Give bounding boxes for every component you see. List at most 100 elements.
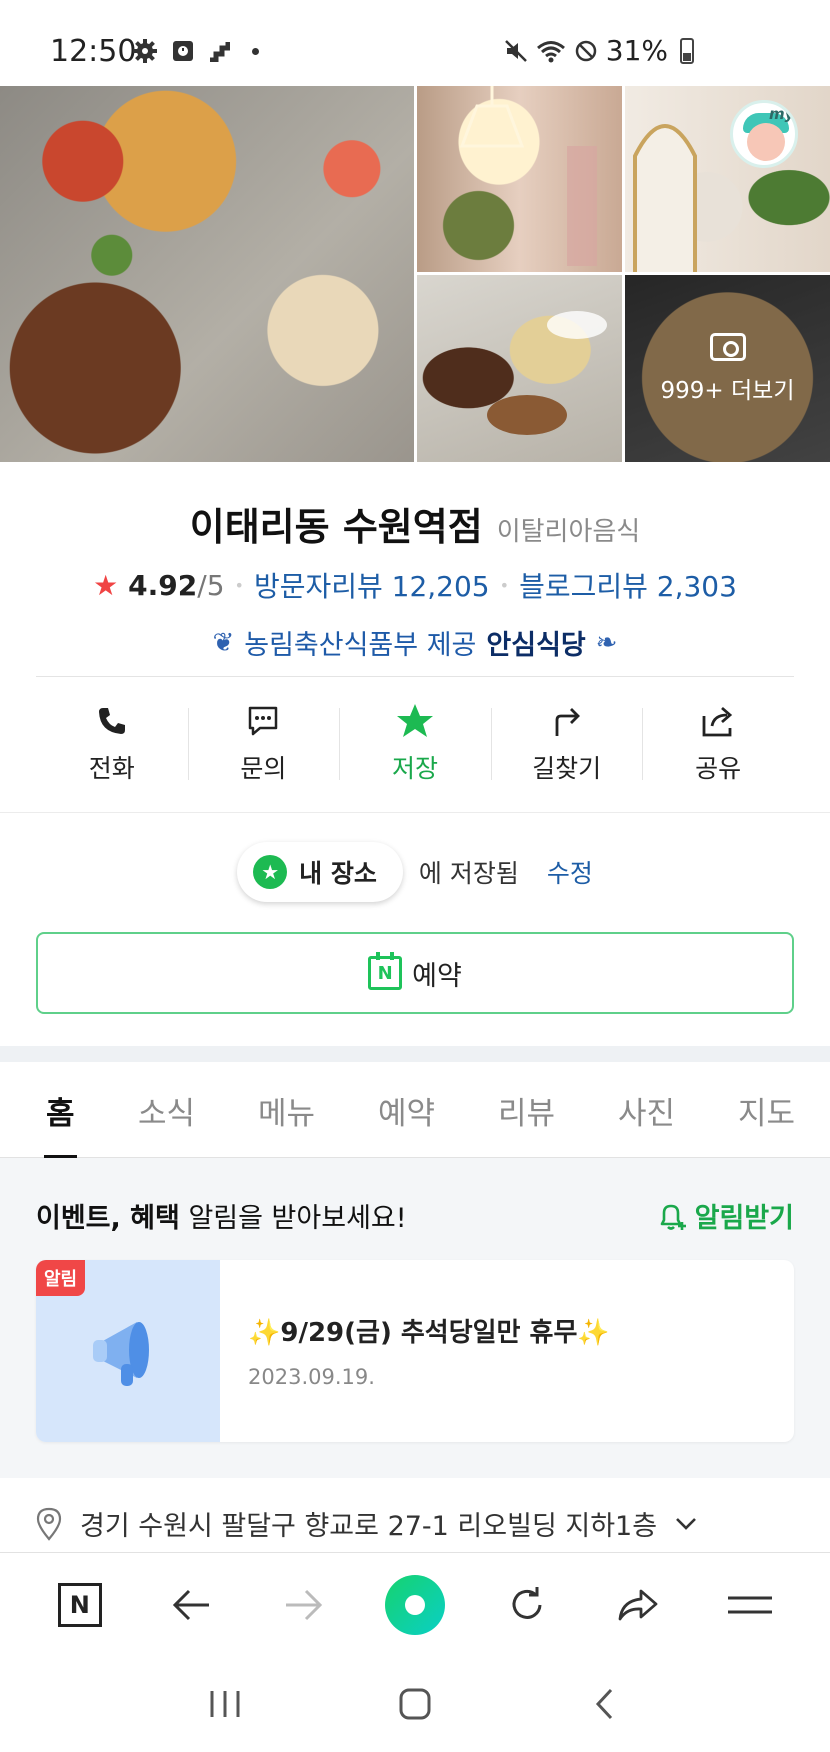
divider xyxy=(0,812,830,813)
star-badge-icon: ★ xyxy=(253,855,288,889)
directions-button[interactable]: 길찾기 xyxy=(490,696,643,792)
visitor-reviews-link[interactable]: 방문자리뷰 12,205 xyxy=(254,565,490,605)
system-back-button[interactable] xyxy=(575,1674,635,1734)
address-text: 경기 수원시 팔달구 향교로 27-1 리오빌딩 지하1층 xyxy=(80,1511,658,1542)
home-button[interactable] xyxy=(385,1674,445,1734)
rating-value: 4.92 xyxy=(128,568,198,602)
battery-icon xyxy=(680,37,694,64)
share-icon xyxy=(700,703,736,739)
photo-food-table[interactable] xyxy=(417,275,622,462)
cert-text: 농림축산식품부 제공 xyxy=(244,630,477,661)
menu-button[interactable] xyxy=(718,1573,782,1637)
megaphone-icon xyxy=(93,1322,149,1386)
event-date: 2023.09.19. xyxy=(248,1365,375,1389)
camera-icon xyxy=(709,332,746,361)
dot-icon xyxy=(252,47,259,55)
tab-news[interactable]: 소식 xyxy=(138,1062,195,1158)
tab-home[interactable]: 홈 xyxy=(44,1062,77,1159)
saved-row: ★ 내 장소 에 저장됨 수정 xyxy=(0,842,830,902)
pill-label: 내 장소 xyxy=(299,859,377,888)
tab-map[interactable]: 지도 xyxy=(738,1062,795,1158)
reserve-button[interactable]: N 예약 xyxy=(36,932,794,1014)
call-button[interactable]: 전화 xyxy=(36,696,188,792)
place-header: 이태리동 수원역점 이탈리아음식 ★ 4.92/5 • 방문자리뷰 12,205… xyxy=(0,462,830,662)
naver-calendar-icon: N xyxy=(368,952,403,990)
subscribe-alarm-button[interactable]: 알림받기 xyxy=(657,1196,794,1235)
forward-share-icon xyxy=(618,1589,658,1620)
separator-dot: • xyxy=(499,575,510,595)
photo-grid: 999+ 더보기 my xyxy=(0,86,830,462)
rating-max: /5 xyxy=(197,568,225,602)
event-card[interactable]: 알림 ✨9/29(금) 추석당일만 휴무✨ 2023.09.19. xyxy=(36,1260,794,1442)
blocked-icon xyxy=(575,40,597,61)
browser-toolbar: N xyxy=(0,1552,830,1656)
laurel-left-icon: ❦ xyxy=(212,627,235,658)
status-time: 12:50 xyxy=(50,34,137,69)
my-avatar[interactable]: my xyxy=(730,100,798,168)
chat-icon xyxy=(246,703,280,739)
alarm-label: 알림받기 xyxy=(694,1203,794,1234)
photo-interior-1[interactable] xyxy=(417,86,622,272)
section-separator xyxy=(0,1046,830,1062)
system-nav-bar xyxy=(0,1656,830,1752)
event-badge: 알림 xyxy=(36,1260,86,1296)
share-button[interactable]: 공유 xyxy=(642,696,794,792)
share-page-button[interactable] xyxy=(606,1573,670,1637)
action-row: 전화 문의 저장 길찾기 공유 xyxy=(36,696,794,792)
blog-reviews-link[interactable]: 블로그리뷰 2,303 xyxy=(519,565,737,605)
naver-home-button[interactable]: N xyxy=(48,1573,112,1637)
more-photos-label: 999+ 더보기 xyxy=(660,377,795,404)
bell-plus-icon xyxy=(660,1204,686,1230)
action-label: 저장 xyxy=(391,754,438,783)
inquiry-button[interactable]: 문의 xyxy=(187,696,340,792)
recent-apps-icon xyxy=(210,1691,240,1717)
status-right: 31% xyxy=(504,34,694,67)
separator-dot: • xyxy=(234,575,244,595)
my-places-pill[interactable]: ★ 내 장소 xyxy=(237,842,403,902)
place-name: 이태리동 수원역점 xyxy=(189,505,483,549)
naver-n-icon: N xyxy=(57,1582,102,1627)
tab-reservation[interactable]: 예약 xyxy=(378,1062,435,1158)
event-title: ✨9/29(금) 추석당일만 휴무✨ xyxy=(248,1318,610,1348)
chevron-left-icon xyxy=(595,1688,613,1720)
tab-menu[interactable]: 메뉴 xyxy=(258,1062,315,1158)
refresh-button[interactable] xyxy=(495,1573,559,1637)
address-row[interactable]: 경기 수원시 팔달구 향교로 27-1 리오빌딩 지하1층 xyxy=(36,1504,794,1543)
tab-photos[interactable]: 사진 xyxy=(618,1062,675,1158)
event-head-bold: 이벤트, 혜택 xyxy=(36,1203,180,1234)
arrow-right-icon xyxy=(286,1589,323,1620)
battery-percent: 31% xyxy=(605,34,668,67)
chevron-down-icon xyxy=(676,1517,696,1530)
rating-row: ★ 4.92/5 • 방문자리뷰 12,205 • 블로그리뷰 2,303 xyxy=(0,565,830,605)
event-header: 이벤트, 혜택 알림을 받아보세요! 알림받기 xyxy=(36,1196,794,1235)
safe-restaurant-cert[interactable]: ❦ 농림축산식품부 제공 안심식당 ❧ xyxy=(0,623,830,662)
laurel-right-icon: ❧ xyxy=(595,627,618,658)
photo-main[interactable] xyxy=(0,86,414,462)
action-label: 문의 xyxy=(240,754,287,783)
directions-icon xyxy=(551,703,583,739)
recent-apps-button[interactable] xyxy=(195,1674,255,1734)
wifi-icon xyxy=(536,40,565,62)
green-dot-icon xyxy=(384,1574,445,1635)
photo-interior-2[interactable] xyxy=(625,86,830,272)
tab-bar: 홈 소식 메뉴 예약 리뷰 사진 지도 xyxy=(0,1062,830,1159)
divider xyxy=(36,676,794,677)
phone-icon xyxy=(96,703,128,739)
green-dot-button[interactable] xyxy=(383,1573,447,1637)
event-thumbnail: 알림 xyxy=(36,1260,220,1442)
saved-status-text: 에 저장됨 xyxy=(418,859,519,888)
back-button[interactable] xyxy=(160,1573,224,1637)
menu-icon xyxy=(728,1596,773,1613)
edit-saved-link[interactable]: 수정 xyxy=(547,854,593,890)
tab-reviews[interactable]: 리뷰 xyxy=(498,1062,555,1158)
status-left-icons xyxy=(132,38,259,64)
mute-icon xyxy=(504,39,527,62)
cert-badge: 안심식당 xyxy=(486,630,586,661)
more-photos-button[interactable]: 999+ 더보기 xyxy=(625,275,830,462)
save-button[interactable]: 저장 xyxy=(339,696,491,792)
star-icon xyxy=(396,703,434,739)
refresh-icon xyxy=(512,1586,542,1619)
forward-button[interactable] xyxy=(271,1573,335,1637)
action-label: 길찾기 xyxy=(532,754,602,783)
arrow-left-icon xyxy=(172,1589,209,1620)
